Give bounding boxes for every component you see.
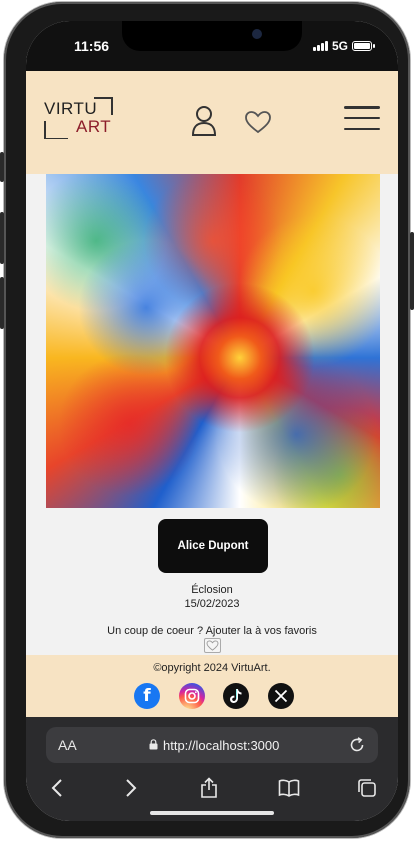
browser-nav (26, 773, 398, 803)
volume-down-button (0, 277, 4, 329)
volume-up-button (0, 212, 4, 264)
bookmarks-icon[interactable] (274, 773, 304, 803)
reload-icon[interactable] (348, 736, 366, 754)
power-button (410, 232, 414, 310)
status-time: 11:56 (74, 38, 110, 54)
artwork-title: Éclosion (191, 584, 233, 596)
artwork-image[interactable] (46, 174, 380, 508)
copyright-text: ©opyright 2024 VirtuArt. (153, 662, 271, 674)
artwork-date: 15/02/2023 (184, 598, 240, 610)
tabs-icon[interactable] (352, 773, 382, 803)
home-indicator[interactable] (150, 811, 274, 815)
logo-text-bottom: ART (76, 117, 112, 136)
back-icon[interactable] (42, 773, 72, 803)
share-icon[interactable] (194, 773, 224, 803)
notch (122, 21, 302, 51)
forward-icon[interactable] (116, 773, 146, 803)
screen: 11:56 5G VIRTU ART Alice Dupont Éclosion… (26, 21, 398, 821)
facebook-icon[interactable]: f (134, 683, 160, 709)
logo-text-top: VIRTU (44, 99, 98, 118)
front-camera (252, 29, 262, 39)
lock-icon (149, 739, 158, 750)
status-bar: 11:56 5G (26, 21, 398, 71)
network-label: 5G (331, 39, 348, 53)
tiktok-icon[interactable] (223, 683, 250, 709)
add-favorite-button[interactable] (204, 638, 221, 653)
social-links: f (134, 683, 294, 709)
status-indicators: 5G (312, 39, 375, 53)
heart-icon[interactable] (244, 110, 272, 139)
menu-icon[interactable] (344, 106, 380, 130)
instagram-icon[interactable] (178, 683, 205, 709)
favorite-prompt: Un coup de coeur ? Ajouter la à vos favo… (107, 625, 317, 637)
x-icon[interactable] (267, 683, 294, 709)
app-header: VIRTU ART (26, 71, 398, 174)
user-icon[interactable] (191, 105, 217, 142)
artist-button[interactable]: Alice Dupont (158, 519, 268, 573)
url-text: http://localhost:3000 (163, 738, 280, 753)
signal-icon (312, 41, 328, 51)
heart-outline-icon (206, 640, 219, 651)
app-footer: ©opyright 2024 VirtuArt. f (26, 655, 398, 717)
address-bar[interactable]: AA http://localhost:3000 (46, 727, 378, 763)
phone-frame: 11:56 5G VIRTU ART Alice Dupont Éclosion… (0, 2, 414, 838)
text-size-button[interactable]: AA (58, 737, 77, 753)
mute-switch (0, 152, 4, 182)
virtuart-logo[interactable]: VIRTU ART (44, 97, 114, 139)
battery-icon (352, 41, 375, 51)
browser-toolbar: AA http://localhost:3000 (26, 717, 398, 821)
